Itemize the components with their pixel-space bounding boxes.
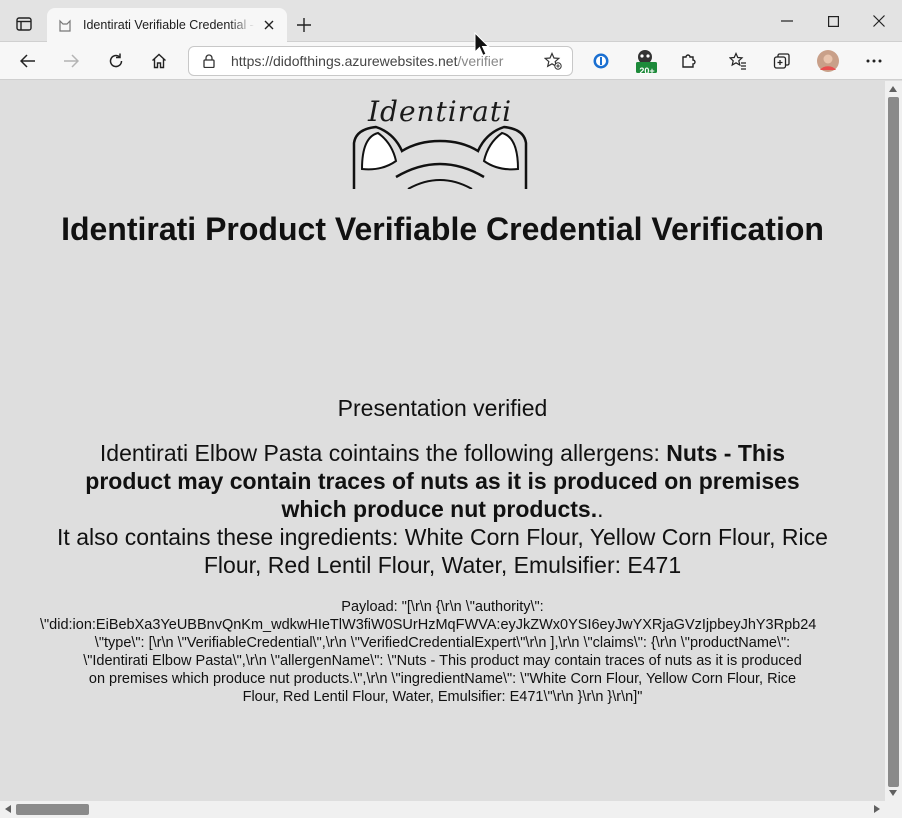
maximize-icon[interactable] [810, 8, 856, 34]
favorites-icon[interactable] [724, 47, 752, 75]
mouse-cursor-icon [474, 32, 490, 57]
tab-title: Identirati Verifiable Credential - V [83, 18, 255, 32]
allergen-suffix: . [597, 496, 604, 522]
back-arrow-icon[interactable] [14, 47, 42, 75]
payload-line: \"type\": [\r\n \"VerifiableCredential\"… [94, 635, 791, 651]
browser-toolbar: https://didofthings.azurewebsites.net/ve… [0, 42, 902, 80]
scroll-down-arrow-icon[interactable] [889, 790, 897, 796]
minimize-icon[interactable] [764, 8, 810, 34]
home-icon[interactable] [145, 47, 173, 75]
close-window-icon[interactable] [856, 8, 902, 34]
cat-favicon-icon [57, 17, 73, 33]
horizontal-scrollbar[interactable] [0, 801, 902, 818]
browser-tab-active[interactable]: Identirati Verifiable Credential - V [47, 8, 287, 42]
payload-line: Flour, Red Lentil Flour, Water, Emulsifi… [242, 689, 643, 705]
payload-line: Payload: "[\r\n {\r\n \"authority\": [341, 599, 544, 615]
scroll-right-arrow-icon[interactable] [874, 805, 880, 813]
tab-close-icon[interactable] [261, 17, 277, 33]
payload-text: Payload: "[\r\n {\r\n \"authority\": \"d… [40, 598, 845, 706]
payload-line: \"did:ion:EiBebXa3YeUBBnvQnKm_wdkwHIeTlW… [40, 617, 817, 633]
page-title: Identirati Product Verifiable Credential… [61, 211, 824, 247]
url-host: https://didofthings.azurewebsites.net [231, 53, 458, 69]
identirati-logo: Identirati [340, 91, 540, 189]
payload-line: on premises which produce nut products.\… [88, 671, 797, 687]
vertical-scrollbar[interactable] [885, 81, 902, 801]
extension-badge-icon[interactable]: 20+ [631, 47, 661, 76]
vertical-scroll-thumb[interactable] [888, 97, 899, 787]
verification-status: Presentation verified [337, 395, 548, 421]
payload-line: \"Identirati Elbow Pasta\",\r\n \"allerg… [83, 653, 802, 669]
lock-icon[interactable] [201, 53, 217, 69]
allergen-statement: Identirati Elbow Pasta cointains the fol… [55, 439, 830, 579]
extension-badge-count: 20+ [639, 66, 655, 76]
refresh-icon[interactable] [102, 47, 130, 75]
password-manager-icon[interactable] [587, 47, 615, 75]
more-menu-icon[interactable] [860, 47, 888, 75]
allergen-prefix: Identirati Elbow Pasta cointains the fol… [99, 440, 667, 466]
page-viewport: Identirati Identirati Product Verifiable… [0, 81, 885, 801]
new-tab-plus-icon[interactable] [292, 13, 316, 37]
collections-icon[interactable] [768, 47, 796, 75]
address-bar[interactable]: https://didofthings.azurewebsites.net/ve… [188, 46, 573, 76]
extensions-puzzle-icon[interactable] [675, 47, 703, 75]
ingredients-line: It also contains these ingredients: Whit… [57, 524, 828, 578]
forward-arrow-icon[interactable] [57, 47, 85, 75]
url-text[interactable]: https://didofthings.azurewebsites.net/ve… [231, 53, 542, 69]
browser-titlebar: Identirati Verifiable Credential - V [0, 0, 902, 42]
profile-avatar[interactable] [814, 47, 842, 75]
tab-actions-icon[interactable] [10, 12, 38, 36]
horizontal-scroll-thumb[interactable] [16, 804, 89, 815]
add-favorite-star-icon[interactable] [542, 50, 564, 72]
scroll-left-arrow-icon[interactable] [5, 805, 11, 813]
scroll-up-arrow-icon[interactable] [889, 86, 897, 92]
